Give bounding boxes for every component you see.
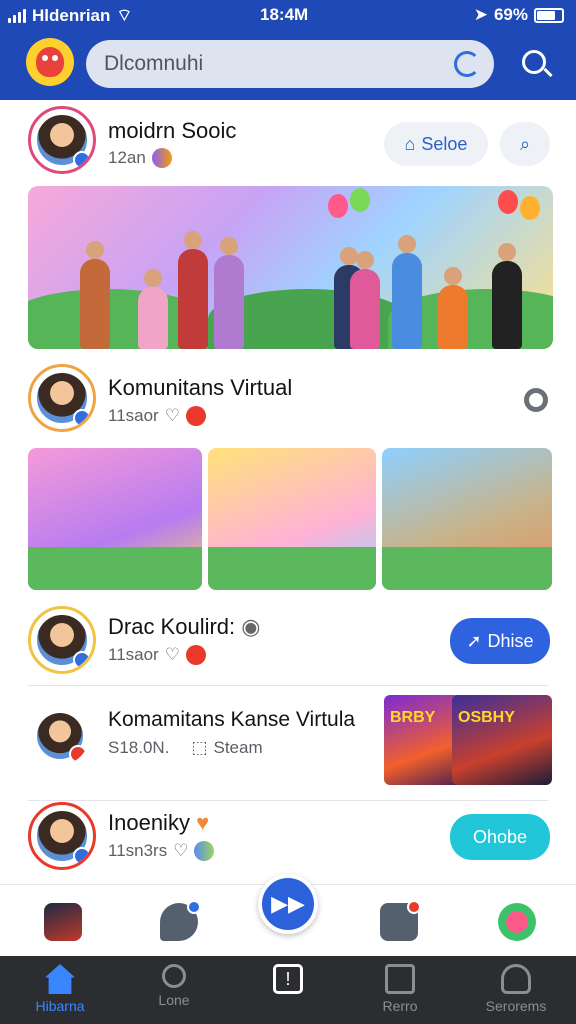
heart-icon: ♡ xyxy=(164,645,180,664)
post-meta: 11saor ♡ xyxy=(108,406,206,426)
profile-icon xyxy=(501,964,531,994)
post-time: S18.0N. xyxy=(108,738,170,757)
verified-badge-icon xyxy=(73,409,91,427)
steam-label: Steam xyxy=(213,738,263,757)
follow-button[interactable]: ⌂ Seloe xyxy=(384,122,488,166)
post-image-thumb[interactable] xyxy=(28,448,202,590)
search-icon xyxy=(162,964,186,988)
bottom-nav: Hibarna Lone ! Rerro Serorems xyxy=(0,956,576,1024)
mascot-logo-icon[interactable] xyxy=(26,38,74,86)
avatar[interactable] xyxy=(28,802,96,870)
message-icon[interactable] xyxy=(380,900,421,941)
post-image-thumb[interactable] xyxy=(208,448,376,590)
tab-search-label: Lone xyxy=(158,992,190,1008)
follow-button-label: Seloe xyxy=(421,133,468,154)
post-image-banner[interactable] xyxy=(28,186,553,349)
post-meta: 11sn3rs ♡ xyxy=(108,841,215,861)
search-input[interactable]: Dlcomnuhi xyxy=(86,40,494,88)
search-placeholder: Dlcomnuhi xyxy=(104,52,204,75)
post-author-name[interactable]: Inoeniky ♥ xyxy=(108,810,209,836)
game-thumb-label: OSBHY xyxy=(458,709,515,726)
post-author-name[interactable]: Komunitans Virtual xyxy=(108,375,292,401)
divider xyxy=(28,800,548,801)
reaction-icon xyxy=(185,406,206,426)
divider xyxy=(28,685,548,686)
search-icon: ⌕ xyxy=(519,133,531,154)
google-icon[interactable] xyxy=(454,51,480,77)
steam-icon: ⬚ xyxy=(191,738,208,757)
tab-calendar[interactable]: Rerro xyxy=(350,964,450,1014)
verified-badge-icon xyxy=(73,651,91,669)
tab-home-label: Hibarna xyxy=(35,998,85,1014)
reaction-icon xyxy=(194,841,215,861)
battery-percent: 69% xyxy=(493,5,528,24)
tab-search[interactable]: Lone xyxy=(124,964,224,1008)
live-badge-icon xyxy=(69,745,87,763)
post-image-thumb[interactable] xyxy=(382,448,552,590)
post-meta: S18.0N. ⬚ Steam xyxy=(108,738,263,758)
avatar[interactable] xyxy=(28,106,96,174)
status-time: 18:4M xyxy=(260,5,309,24)
tab-profile[interactable]: Serorems xyxy=(466,964,566,1014)
search-icon[interactable] xyxy=(518,46,554,82)
avatar[interactable] xyxy=(28,606,96,674)
post-time: 11saor xyxy=(108,406,159,425)
post-time: 12an xyxy=(108,148,146,167)
tab-info[interactable]: ! xyxy=(238,964,338,998)
verified-badge-icon xyxy=(73,847,91,865)
follow-button-label: Dhise xyxy=(487,630,534,651)
calendar-icon xyxy=(385,964,415,994)
signal-icon xyxy=(8,8,26,23)
post-author-name-text: Inoeniky xyxy=(108,810,190,835)
app-header: Hldenrian ⌔ 18:4M ➤ 69% Dlcomnuhi xyxy=(0,0,576,100)
home-icon: ⌂ xyxy=(404,133,416,154)
play-fab-button[interactable]: ▶▶ xyxy=(258,874,318,934)
status-bar: Hldenrian ⌔ 18:4M ➤ 69% xyxy=(0,0,576,30)
game-thumb-label: BRBY xyxy=(390,709,436,726)
chat-icon[interactable] xyxy=(160,900,201,941)
info-card-icon: ! xyxy=(273,964,303,994)
post-time: 11saor xyxy=(108,645,159,664)
home-icon xyxy=(45,964,75,994)
follow-button[interactable]: ➚ Dhise xyxy=(450,618,550,664)
post-time: 11sn3rs xyxy=(108,841,168,860)
post-author-name[interactable]: moidrn Sooic xyxy=(108,118,236,144)
pin-icon: ◉ xyxy=(241,614,261,639)
carrier-label: Hldenrian xyxy=(32,5,111,25)
settings-icon[interactable] xyxy=(524,388,548,412)
verified-badge-icon xyxy=(73,151,91,169)
share-icon: ➚ xyxy=(466,630,482,651)
follow-button[interactable]: Ohobe xyxy=(450,814,550,860)
post-author-name-text: Drac Koulird: xyxy=(108,614,236,639)
post-meta: 12an xyxy=(108,148,172,168)
game-thumb[interactable]: OSBHY xyxy=(452,695,552,785)
post-author-name[interactable]: Drac Koulird: ◉ xyxy=(108,614,260,640)
chat-bubble-icon[interactable] xyxy=(498,903,536,941)
fox-icon: ♥ xyxy=(196,810,210,835)
post-meta: 11saor ♡ xyxy=(108,645,206,665)
play-icon: ▶▶ xyxy=(271,891,305,916)
avatar[interactable] xyxy=(28,704,92,768)
post-author-name[interactable]: Komamitans Kanse Virtula xyxy=(108,708,355,732)
location-icon: ➤ xyxy=(473,5,488,24)
wifi-icon: ⌔ xyxy=(116,6,133,25)
tab-home[interactable]: Hibarna xyxy=(10,964,110,1014)
battery-icon xyxy=(534,7,564,23)
search-post-button[interactable]: ⌕ xyxy=(500,122,550,166)
heart-icon: ♡ xyxy=(164,406,180,425)
avatar[interactable] xyxy=(28,364,96,432)
follow-button-label: Ohobe xyxy=(472,826,528,847)
tab-calendar-label: Rerro xyxy=(382,998,418,1014)
heart-icon: ♡ xyxy=(173,841,189,860)
reaction-icon xyxy=(185,645,206,665)
tab-profile-label: Serorems xyxy=(485,998,547,1014)
feed: moidrn Sooic 12an ⌂ Seloe ⌕ Komunitans Vi… xyxy=(0,100,576,884)
reaction-icon xyxy=(151,148,172,168)
gallery-icon[interactable] xyxy=(44,903,82,941)
